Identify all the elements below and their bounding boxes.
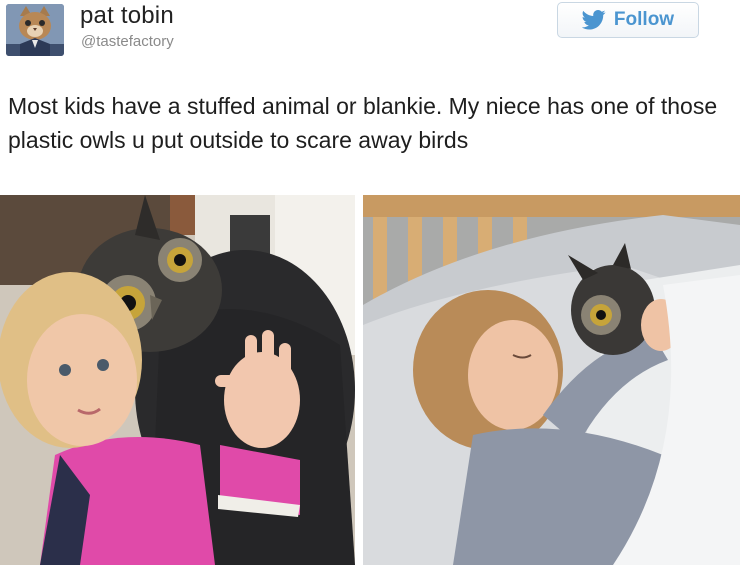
display-name[interactable]: pat tobin [80, 2, 174, 30]
tweet-header: pat tobin @tastefactory Follow [0, 0, 740, 70]
tweet-text: Most kids have a stuffed animal or blank… [8, 93, 718, 153]
photo-toddler-hugging-owl-image [0, 195, 355, 565]
avatar[interactable] [6, 4, 64, 56]
tweet-photo-toddler-hugging-owl[interactable] [0, 195, 355, 565]
cat-avatar-icon [6, 4, 64, 56]
user-handle[interactable]: @tastefactory [81, 33, 174, 50]
photo-toddler-sleeping-with-owl-image [363, 195, 740, 565]
twitter-bird-icon [581, 10, 606, 30]
tweet-photo-toddler-sleeping-with-owl[interactable] [363, 195, 740, 565]
follow-label: Follow [613, 9, 675, 30]
follow-button[interactable]: Follow [557, 2, 699, 38]
bottom-margin [0, 565, 740, 576]
